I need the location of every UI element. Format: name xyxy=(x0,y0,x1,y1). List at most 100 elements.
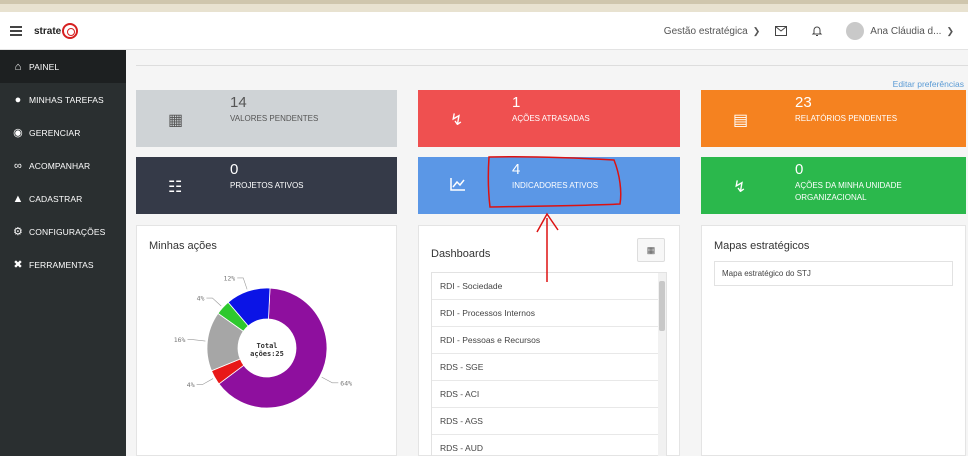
user-dropdown[interactable]: Ana Cláudia d... ❯ xyxy=(870,26,954,37)
donut-slice-label: 16% xyxy=(174,336,186,344)
avatar[interactable] xyxy=(846,22,865,40)
sidebar-item-acompanhar[interactable]: ∞ ACOMPANHAR xyxy=(0,149,126,182)
sidebar-item-label: MINHAS TAREFAS xyxy=(29,94,104,105)
donut-leader-line xyxy=(187,339,206,342)
sidebar-item-ferramentas[interactable]: ✖ FERRAMENTAS xyxy=(0,248,126,281)
donut-chart: 64% 4% 16% 4% 12% Total ações:25 xyxy=(174,274,352,409)
grid-view-button[interactable]: ▦ xyxy=(637,238,665,262)
list-item[interactable]: RDS - ACI xyxy=(432,381,666,408)
sidebar-item-cadastrar[interactable]: ▲ CADASTRAR xyxy=(0,182,126,215)
card-acoes-minha-unidade[interactable]: ↯ 0 AÇÕES DA MINHA UNIDADE ORGANIZACIONAL xyxy=(701,157,966,214)
tools-icon: ✖ xyxy=(13,259,23,271)
sidebar-item-configuracoes[interactable]: ⚙ CONFIGURAÇÕES xyxy=(0,215,126,248)
panel-title: Mapas estratégicos xyxy=(714,240,810,252)
logo-target-icon xyxy=(62,23,79,39)
gear-icon: ⚙ xyxy=(13,226,23,238)
donut-slice-label: 4% xyxy=(187,381,195,389)
donut-leader-line xyxy=(237,277,248,290)
divider xyxy=(136,65,968,66)
context-dropdown[interactable]: Gestão estratégica ❯ xyxy=(664,26,760,37)
minhas-acoes-panel: Minhas ações 64% 4% 16% 4% 12% Total ações:2… xyxy=(136,225,397,456)
scrollbar-thumb[interactable] xyxy=(659,281,665,331)
sidebar-item-label: PAINEL xyxy=(29,61,60,72)
donut-leader-line xyxy=(196,378,214,385)
app-logo[interactable]: strate xyxy=(34,21,79,41)
sidebar-item-label: CONFIGURAÇÕES xyxy=(29,226,106,237)
lightning-icon: ↯ xyxy=(450,112,464,129)
card-label-line1: AÇÕES DA MINHA UNIDADE xyxy=(795,181,902,190)
card-number: 23 xyxy=(795,94,812,111)
os-title-strip xyxy=(0,0,968,12)
donut-slice-label: 64% xyxy=(340,379,352,387)
card-relatorios-pendentes[interactable]: ▤ 23 RELATÓRIOS PENDENTES xyxy=(701,90,966,147)
edit-preferences-link[interactable]: Editar preferências xyxy=(893,79,964,89)
card-number: 1 xyxy=(512,94,521,111)
sitemap-icon: ☷ xyxy=(168,179,183,196)
dashboard-icon: ◉ xyxy=(13,127,23,139)
list-item[interactable]: RDI - Pessoas e Recursos xyxy=(432,327,666,354)
bell-icon[interactable] xyxy=(810,24,824,38)
card-label: AÇÕES DA MINHA UNIDADE ORGANIZACIONAL xyxy=(795,180,902,204)
context-dropdown-label: Gestão estratégica xyxy=(663,25,748,37)
donut-leader-line xyxy=(321,376,339,384)
sidebar-item-minhas-tarefas[interactable]: ● MINHAS TAREFAS xyxy=(0,83,126,116)
donut-center-value: ações:25 xyxy=(250,350,284,358)
card-indicadores-ativos[interactable]: 4 INDICADORES ATIVOS xyxy=(418,157,680,214)
sidebar-item-gerenciar[interactable]: ◉ GERENCIAR xyxy=(0,116,126,149)
file-icon: ▤ xyxy=(733,112,749,129)
card-projetos-ativos[interactable]: ☷ 0 PROJETOS ATIVOS xyxy=(136,157,397,214)
home-icon: ⌂ xyxy=(14,60,22,73)
list-item[interactable]: Mapa estratégico do STJ xyxy=(714,261,953,286)
sidebar-item-label: FERRAMENTAS xyxy=(29,259,94,270)
user-name: Ana Cláudia d... xyxy=(870,25,942,37)
mapas-estrategicos-panel: Mapas estratégicos Mapa estratégico do S… xyxy=(701,225,966,456)
card-valores-pendentes[interactable]: ▦ 14 VALORES PENDENTES xyxy=(136,90,397,147)
list-item[interactable]: RDI - Sociedade xyxy=(432,273,666,300)
donut-slice-label: 12% xyxy=(223,274,235,282)
card-label: PROJETOS ATIVOS xyxy=(230,181,304,190)
donut-center-label: Total xyxy=(256,342,277,350)
sidebar: ⌂ PAINEL ● MINHAS TAREFAS ◉ GERENCIAR ∞ … xyxy=(0,50,126,456)
add-user-icon: ▲ xyxy=(12,192,24,205)
line-chart-icon xyxy=(450,177,466,196)
card-number: 0 xyxy=(230,161,239,178)
list-item[interactable]: RDS - SGE xyxy=(432,354,666,381)
scrollbar[interactable] xyxy=(658,273,666,456)
sidebar-item-label: ACOMPANHAR xyxy=(29,160,91,171)
card-label-line2: ORGANIZACIONAL xyxy=(795,193,867,202)
list-item[interactable]: RDS - AGS xyxy=(432,408,666,435)
envelope-icon[interactable] xyxy=(774,24,788,38)
grid-icon: ▦ xyxy=(646,244,656,255)
top-navbar: strate Gestão estratégica ❯ Ana Cláudia … xyxy=(0,12,968,50)
panel-title: Minhas ações xyxy=(149,240,217,252)
sidebar-item-painel[interactable]: ⌂ PAINEL xyxy=(0,50,126,83)
main-content: Editar preferências ▦ 14 VALORES PENDENT… xyxy=(126,50,968,456)
card-label: AÇÕES ATRASADAS xyxy=(512,114,590,123)
panel-title: Dashboards xyxy=(431,248,491,260)
sidebar-item-label: GERENCIAR xyxy=(29,127,81,138)
card-number: 0 xyxy=(795,161,804,178)
users-icon: ● xyxy=(14,93,22,106)
card-label: INDICADORES ATIVOS xyxy=(512,181,599,190)
binoculars-icon: ∞ xyxy=(14,159,22,172)
hamburger-menu-icon[interactable] xyxy=(10,26,22,36)
card-number: 4 xyxy=(512,161,521,178)
donut-slice-label: 4% xyxy=(197,295,205,303)
list-item[interactable]: RDI - Processos Internos xyxy=(432,300,666,327)
chevron-down-icon: ❯ xyxy=(752,25,761,36)
lightning-icon: ↯ xyxy=(733,179,747,196)
os-title-strip-shade xyxy=(0,0,968,4)
card-label: VALORES PENDENTES xyxy=(230,114,319,123)
logo-text: strate xyxy=(34,25,62,37)
list-item[interactable]: RDS - AUD xyxy=(432,435,666,456)
dashboards-list: RDI - Sociedade RDI - Processos Internos… xyxy=(431,272,667,456)
card-acoes-atrasadas[interactable]: ↯ 1 AÇÕES ATRASADAS xyxy=(418,90,680,147)
navbar-right: Gestão estratégica ❯ Ana Cláudia d... ❯ xyxy=(664,12,968,50)
chevron-down-icon: ❯ xyxy=(946,25,954,36)
calculator-icon: ▦ xyxy=(168,112,184,129)
card-number: 14 xyxy=(230,94,247,111)
dashboards-panel: Dashboards ▦ RDI - Sociedade RDI - Proce… xyxy=(418,225,680,456)
donut-leader-line xyxy=(206,297,222,307)
card-label: RELATÓRIOS PENDENTES xyxy=(795,114,898,123)
sidebar-item-label: CADASTRAR xyxy=(29,193,83,204)
